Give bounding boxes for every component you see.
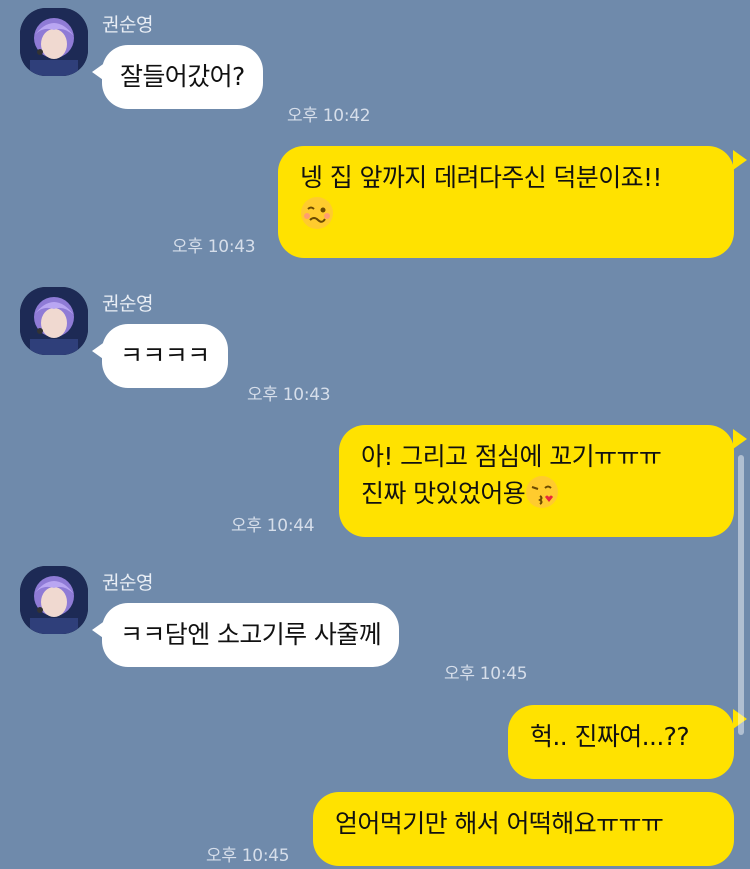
sender-name: 권순영 <box>102 572 153 594</box>
message-text: 잘들어갔어? <box>120 62 245 91</box>
message-timestamp: 오후 10:44 <box>231 516 315 536</box>
kissing-face-icon <box>526 476 559 508</box>
sender-name: 권순영 <box>102 14 153 36</box>
message-text: ㅋㅋㅋㅋ <box>120 341 210 370</box>
scrollbar[interactable] <box>738 455 744 735</box>
message-text: 아! 그리고 점심에 꼬기ㅠㅠㅠ <box>361 442 662 471</box>
avatar[interactable] <box>20 287 88 355</box>
message-text: 진짜 맛있었어용 <box>361 479 526 508</box>
outgoing-message-bubble[interactable]: 얻어먹기만 해서 어떡해요ㅠㅠㅠ <box>313 792 734 866</box>
woozy-face-icon <box>301 197 333 229</box>
message-text: 얻어먹기만 해서 어떡해요ㅠㅠㅠ <box>335 809 664 838</box>
avatar[interactable] <box>20 8 88 76</box>
message-text: ㅋㅋ담엔 소고기루 사줄께 <box>120 620 382 649</box>
message-timestamp: 오후 10:42 <box>287 106 371 126</box>
outgoing-message-bubble[interactable]: 아! 그리고 점심에 꼬기ㅠㅠㅠ 진짜 맛있었어용 <box>339 425 734 537</box>
outgoing-message-bubble[interactable]: 넹 집 앞까지 데려다주신 덕분이죠!! <box>278 146 734 258</box>
message-timestamp: 오후 10:43 <box>247 385 331 405</box>
bubble-tail <box>733 150 747 170</box>
message-text: 넹 집 앞까지 데려다주신 덕분이죠!! <box>300 163 662 192</box>
outgoing-message-bubble[interactable]: 헉.. 진짜여...?? <box>508 705 734 779</box>
sender-name: 권순영 <box>102 293 153 315</box>
message-timestamp: 오후 10:45 <box>206 846 290 866</box>
message-text: 헉.. 진짜여...?? <box>530 722 690 751</box>
incoming-message-bubble[interactable]: 잘들어갔어? <box>102 45 263 109</box>
message-timestamp: 오후 10:43 <box>172 237 256 257</box>
message-timestamp: 오후 10:45 <box>444 664 528 684</box>
bubble-tail <box>733 429 747 449</box>
incoming-message-bubble[interactable]: ㅋㅋ담엔 소고기루 사줄께 <box>102 603 400 667</box>
avatar[interactable] <box>20 566 88 634</box>
incoming-message-bubble[interactable]: ㅋㅋㅋㅋ <box>102 324 228 388</box>
